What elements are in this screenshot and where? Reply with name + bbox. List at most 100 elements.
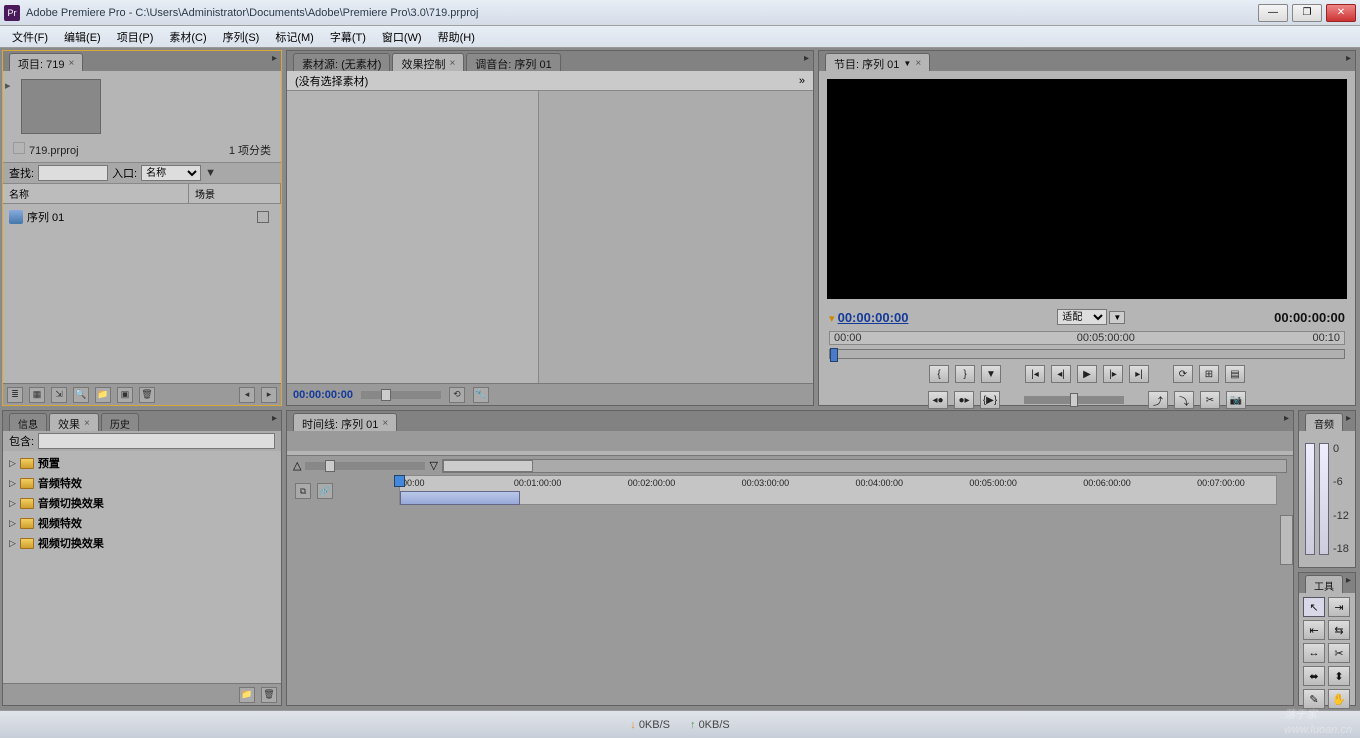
ec-zoom-slider[interactable] [361, 391, 441, 399]
effects-search-input[interactable] [38, 433, 275, 449]
tab-info[interactable]: 信息 [9, 413, 47, 431]
tab-tools[interactable]: 工具 [1305, 575, 1343, 593]
window-maximize-button[interactable]: ❐ [1292, 4, 1322, 22]
step-forward-button[interactable]: |▸ [1103, 365, 1123, 383]
ec-wrench-button[interactable]: 🔧 [473, 387, 489, 403]
close-icon[interactable]: × [68, 58, 74, 69]
tab-timeline[interactable]: 时间线: 序列 01× [293, 413, 397, 431]
effects-folder-audio-effects[interactable]: ▷音频特效 [3, 473, 281, 493]
output-button[interactable]: ▤ [1225, 365, 1245, 383]
timeline-ruler[interactable]: 00:00 00:01:00:00 00:02:00:00 00:03:00:0… [399, 475, 1277, 505]
chevron-right-icon[interactable]: » [799, 75, 805, 87]
timeline-zoom-slider[interactable] [305, 462, 425, 470]
program-fit-select[interactable]: 适配 [1057, 309, 1107, 325]
ec-toggle-button[interactable]: ⟲ [449, 387, 465, 403]
close-icon[interactable]: × [449, 58, 455, 69]
export-frame-button[interactable]: 📷 [1226, 391, 1246, 409]
zoom-out-icon[interactable]: △ [293, 459, 301, 472]
menu-clip[interactable]: 素材(C) [161, 27, 214, 47]
panel-flyout-button[interactable]: ▸ [272, 413, 277, 424]
tool-track-select[interactable]: ⇥ [1328, 597, 1350, 617]
tab-program[interactable]: 节目: 序列 01▼× [825, 53, 930, 71]
tool-pen[interactable]: ✎ [1303, 689, 1325, 709]
menu-window[interactable]: 窗口(W) [374, 27, 430, 47]
set-out-button[interactable]: } [955, 365, 975, 383]
playhead-handle[interactable] [394, 475, 405, 487]
goto-in-button[interactable]: |◂ [1025, 365, 1045, 383]
play-button[interactable]: ▶ [1077, 365, 1097, 383]
menu-sequence[interactable]: 序列(S) [215, 27, 268, 47]
effects-folder-audio-transitions[interactable]: ▷音频切换效果 [3, 493, 281, 513]
playhead-icon[interactable] [830, 348, 838, 362]
column-scene[interactable]: 场景 [189, 184, 281, 203]
new-item-button[interactable]: ▣ [117, 387, 133, 403]
chevron-down-icon[interactable]: ▼ [205, 167, 216, 179]
new-custom-bin-button[interactable]: 📁 [239, 687, 255, 703]
program-time-ruler[interactable]: 00:00 00:05:00:00 00:10 [829, 331, 1345, 345]
tab-history[interactable]: 历史 [101, 413, 139, 431]
tool-slip[interactable]: ⬌ [1303, 666, 1325, 686]
tab-audio-meters[interactable]: 音频 [1305, 413, 1343, 431]
menu-edit[interactable]: 编辑(E) [56, 27, 109, 47]
expand-icon[interactable]: ▷ [9, 538, 16, 549]
effects-folder-presets[interactable]: ▷预置 [3, 453, 281, 473]
tool-razor[interactable]: ✂ [1328, 643, 1350, 663]
window-minimize-button[interactable]: — [1258, 4, 1288, 22]
trim-button[interactable]: ✂ [1200, 391, 1220, 409]
snap-button[interactable]: ⧉ [295, 483, 311, 499]
step-back-button[interactable]: ◂| [1051, 365, 1071, 383]
delete-effect-button[interactable]: 🗑 [261, 687, 277, 703]
chevron-down-icon[interactable]: ▼ [1109, 311, 1125, 324]
tool-rate-stretch[interactable]: ↔ [1303, 643, 1325, 663]
find-button[interactable]: 🔍 [73, 387, 89, 403]
panel-flyout-button[interactable]: ▸ [804, 53, 809, 64]
timeline-horizontal-scrollbar[interactable] [442, 459, 1287, 473]
scene-checkbox[interactable] [257, 211, 269, 223]
program-scrub-bar[interactable] [829, 349, 1345, 359]
scroll-left-button[interactable]: ◂ [239, 387, 255, 403]
goto-next-marker-button[interactable]: ●▸ [954, 391, 974, 409]
close-icon[interactable]: × [84, 418, 90, 429]
tool-rolling[interactable]: ⇆ [1328, 620, 1350, 640]
effects-folder-video-transitions[interactable]: ▷视频切换效果 [3, 533, 281, 553]
expand-icon[interactable]: ▷ [9, 458, 16, 469]
tool-hand[interactable]: ✋ [1328, 689, 1350, 709]
automate-button[interactable]: ⇲ [51, 387, 67, 403]
search-input[interactable] [38, 165, 108, 181]
play-in-out-button[interactable]: {▶} [980, 391, 1000, 409]
menu-file[interactable]: 文件(F) [4, 27, 56, 47]
scroll-right-button[interactable]: ▸ [261, 387, 277, 403]
close-icon[interactable]: × [915, 58, 921, 69]
close-icon[interactable]: × [382, 418, 388, 429]
goto-prev-marker-button[interactable]: ◂● [928, 391, 948, 409]
zoom-in-icon[interactable]: ▽ [429, 459, 437, 472]
panel-flyout-button[interactable]: ▸ [1346, 413, 1351, 424]
menu-project[interactable]: 项目(P) [109, 27, 162, 47]
panel-flyout-button[interactable]: ▸ [272, 53, 277, 64]
play-toggle-icon[interactable]: ▸ [3, 71, 13, 100]
panel-flyout-button[interactable]: ▸ [1346, 575, 1351, 586]
loop-button[interactable]: ⟳ [1173, 365, 1193, 383]
expand-icon[interactable]: ▷ [9, 518, 16, 529]
tab-effects[interactable]: 效果× [49, 413, 99, 431]
icon-view-button[interactable]: ▦ [29, 387, 45, 403]
expand-icon[interactable]: ▷ [9, 498, 16, 509]
tool-ripple[interactable]: ⇤ [1303, 620, 1325, 640]
column-name[interactable]: 名称 [3, 184, 189, 203]
menu-help[interactable]: 帮助(H) [430, 27, 483, 47]
safe-margins-button[interactable]: ⊞ [1199, 365, 1219, 383]
panel-flyout-button[interactable]: ▸ [1346, 53, 1351, 64]
menu-title[interactable]: 字幕(T) [322, 27, 374, 47]
set-marker-button[interactable]: ▼ [981, 365, 1001, 383]
lift-button[interactable]: ⤴ [1148, 391, 1168, 409]
new-bin-button[interactable]: 📁 [95, 387, 111, 403]
delete-button[interactable]: 🗑 [139, 387, 155, 403]
effects-folder-video-effects[interactable]: ▷视频特效 [3, 513, 281, 533]
tab-effect-controls[interactable]: 效果控制× [392, 53, 464, 71]
window-close-button[interactable]: ✕ [1326, 4, 1356, 22]
jog-slider[interactable] [1024, 396, 1124, 404]
expand-icon[interactable]: ▷ [9, 478, 16, 489]
tool-selection[interactable]: ↖ [1303, 597, 1325, 617]
goto-out-button[interactable]: ▸| [1129, 365, 1149, 383]
sync-lock-button[interactable]: 🔗 [317, 483, 333, 499]
